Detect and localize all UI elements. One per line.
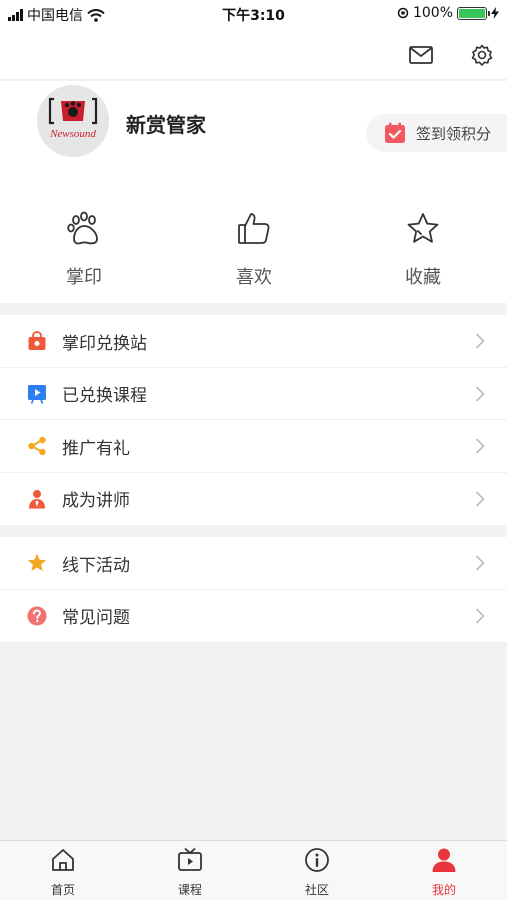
menu-group-1: 掌印兑换站 已兑换课程 推广有礼 成为讲师 xyxy=(0,315,507,525)
user-icon xyxy=(432,848,456,872)
menu-group-2: 线下活动 常见问题 xyxy=(0,537,507,642)
status-bar: 中国电信 下午3:10 100% xyxy=(0,0,507,28)
tab-community[interactable]: 社区 xyxy=(277,847,357,898)
quick-action-label: 收藏 xyxy=(405,267,441,288)
chevron-right-icon xyxy=(475,385,485,402)
chevron-right-icon xyxy=(475,438,485,454)
tab-label: 我的 xyxy=(431,883,456,897)
quick-action-like[interactable]: 喜欢 xyxy=(194,211,314,289)
paw-icon xyxy=(67,211,98,245)
status-right: 100% xyxy=(397,5,499,21)
tab-mine[interactable]: 我的 xyxy=(404,847,484,898)
menu-item-label: 常见问题 xyxy=(62,608,130,629)
username: 新赏管家 xyxy=(126,113,206,137)
chevron-right-icon xyxy=(475,607,485,624)
battery-icon xyxy=(457,6,490,20)
calendar-check-icon xyxy=(385,122,405,143)
avatar[interactable]: Newsound xyxy=(37,85,109,157)
mail-icon xyxy=(409,46,433,64)
tv-icon xyxy=(178,847,202,871)
chevron-right-icon xyxy=(475,333,485,349)
newsound-logo: Newsound xyxy=(37,85,109,157)
menu-item-faq[interactable]: 常见问题 xyxy=(0,590,507,643)
quick-action-palm[interactable]: 掌印 xyxy=(24,211,144,289)
menu-item-label: 线下活动 xyxy=(62,555,130,576)
avatar-logo-text: Newsound xyxy=(49,128,96,140)
tab-bar: 首页 课程 社区 我的 xyxy=(0,840,507,900)
info-icon xyxy=(305,848,329,872)
profile-section: Newsound 新赏管家 签到领积分 掌印 喜欢 收藏 xyxy=(0,81,507,303)
signin-button[interactable]: 签到领积分 xyxy=(366,114,507,152)
tab-label: 首页 xyxy=(50,883,75,897)
share-icon xyxy=(28,436,46,456)
star-filled-icon xyxy=(28,553,46,571)
quick-action-favorite[interactable]: 收藏 xyxy=(363,211,483,289)
quick-action-label: 掌印 xyxy=(66,267,102,288)
shopping-bag-icon xyxy=(28,331,46,350)
top-bar xyxy=(0,28,507,80)
question-icon xyxy=(27,606,47,625)
signin-label: 签到领积分 xyxy=(416,124,492,143)
menu-item-label: 成为讲师 xyxy=(62,491,130,512)
thumbs-up-icon xyxy=(238,213,270,244)
chevron-right-icon xyxy=(475,555,485,571)
menu-item-become-lecturer[interactable]: 成为讲师 xyxy=(0,473,507,526)
menu-item-palm-exchange[interactable]: 掌印兑换站 xyxy=(0,315,507,368)
menu-item-label: 已兑换课程 xyxy=(62,386,147,407)
menu-item-referral[interactable]: 推广有礼 xyxy=(0,420,507,473)
menu-item-redeemed-courses[interactable]: 已兑换课程 xyxy=(0,368,507,420)
menu-item-offline-events[interactable]: 线下活动 xyxy=(0,537,507,590)
gear-icon xyxy=(471,44,493,66)
home-icon xyxy=(52,849,74,871)
star-outline-icon xyxy=(407,213,439,243)
quick-action-label: 喜欢 xyxy=(236,267,272,288)
video-board-icon xyxy=(28,384,46,404)
battery-percent: 100% xyxy=(412,5,453,21)
chevron-right-icon xyxy=(475,490,485,507)
charging-icon xyxy=(491,7,499,19)
settings-button[interactable] xyxy=(469,42,495,68)
menu-item-label: 掌印兑换站 xyxy=(62,333,147,354)
lecturer-icon xyxy=(29,489,45,508)
menu-item-label: 推广有礼 xyxy=(62,438,130,459)
tab-home[interactable]: 首页 xyxy=(23,847,103,898)
tab-label: 课程 xyxy=(177,883,202,897)
battery-fill xyxy=(459,8,485,18)
tab-label: 社区 xyxy=(304,883,329,897)
mail-button[interactable] xyxy=(408,42,434,68)
orientation-lock-icon xyxy=(397,7,409,19)
tab-courses[interactable]: 课程 xyxy=(150,847,230,898)
